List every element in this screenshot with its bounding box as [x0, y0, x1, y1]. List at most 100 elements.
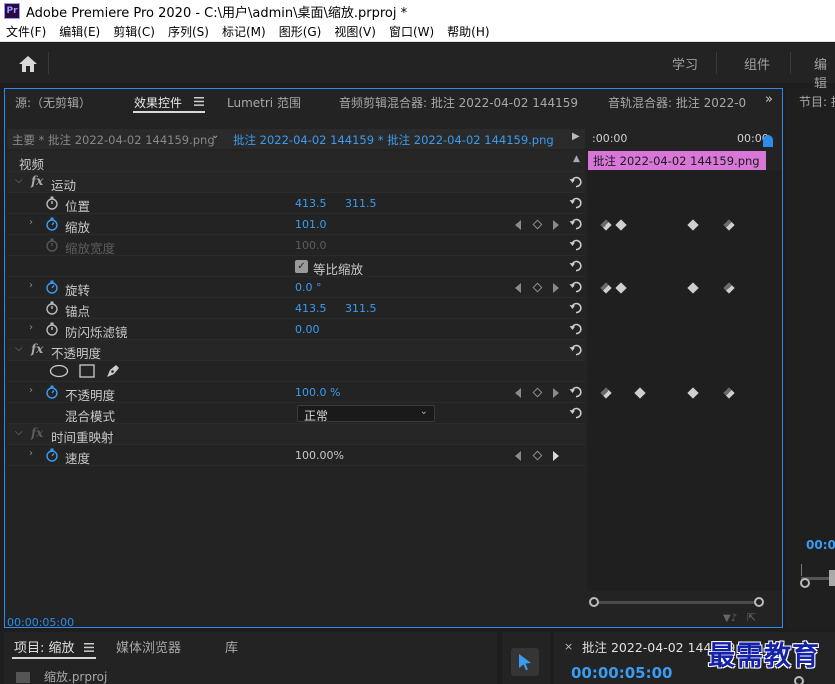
position-y-value[interactable]: 311.5	[345, 197, 377, 210]
timeline-clip-bar[interactable]: 批注 2022-04-02 144159.png	[588, 151, 766, 170]
previous-keyframe-icon[interactable]	[515, 450, 521, 461]
chevron-right-icon[interactable]: ›	[29, 217, 33, 228]
opacity-effect-row[interactable]: ⌵ fx 不透明度	[7, 340, 585, 361]
add-keyframe-icon[interactable]	[532, 450, 542, 461]
menu-window[interactable]: 窗口(W)	[389, 23, 434, 40]
reset-icon[interactable]	[569, 280, 583, 294]
add-keyframe-icon[interactable]	[532, 282, 542, 293]
menu-markers[interactable]: 标记(M)	[222, 23, 266, 40]
reset-icon[interactable]	[569, 259, 583, 273]
chevron-right-icon[interactable]: ›	[29, 385, 33, 396]
position-x-value[interactable]: 413.5	[295, 197, 327, 210]
timeline-timecode[interactable]: 00:00:05:00	[571, 664, 673, 682]
menu-view[interactable]: 视图(V)	[334, 23, 376, 40]
panel-menu-icon[interactable]	[84, 643, 94, 652]
stopwatch-icon[interactable]	[45, 196, 59, 210]
stopwatch-active-icon[interactable]	[45, 280, 59, 294]
tab-lumetri-scopes[interactable]: Lumetri 范围	[227, 94, 301, 111]
next-keyframe-icon[interactable]	[553, 219, 559, 230]
playhead-handle[interactable]	[763, 135, 773, 147]
reset-icon[interactable]	[569, 385, 583, 399]
chevron-down-icon[interactable]: ⌄	[211, 130, 227, 141]
current-time-display[interactable]: 00:00:05:00	[7, 616, 74, 627]
collapse-up-icon[interactable]: ▲	[573, 154, 580, 164]
menu-sequence[interactable]: 序列(S)	[168, 23, 209, 40]
add-keyframe-icon[interactable]	[532, 219, 542, 230]
zoom-handle-right[interactable]	[754, 597, 764, 607]
speed-value[interactable]: 100.00%	[295, 449, 344, 462]
tab-source[interactable]: 源:（无剪辑）	[15, 94, 91, 111]
chevron-right-icon[interactable]: ›	[29, 322, 33, 333]
fx-icon[interactable]: fx	[31, 174, 43, 188]
stopwatch-icon[interactable]	[45, 322, 59, 336]
stopwatch-active-icon[interactable]	[45, 448, 59, 462]
menu-edit[interactable]: 编辑(E)	[59, 23, 100, 40]
program-time[interactable]: 00:0	[806, 538, 835, 552]
reset-icon[interactable]	[569, 196, 583, 210]
project-file-name[interactable]: 缩放.prproj	[44, 668, 107, 684]
close-icon[interactable]: ×	[564, 640, 573, 653]
timeline-zoom-handle[interactable]	[794, 676, 804, 684]
menu-graphics[interactable]: 图形(G)	[279, 23, 322, 40]
stopwatch-active-icon[interactable]	[45, 217, 59, 231]
anchor-y-value[interactable]: 311.5	[345, 302, 377, 315]
timeline-zoom-scrollbar[interactable]	[595, 601, 759, 604]
next-keyframe-icon[interactable]	[553, 387, 559, 398]
reset-icon[interactable]	[569, 175, 583, 189]
reset-icon[interactable]	[569, 343, 583, 357]
add-keyframe-icon[interactable]	[532, 387, 542, 398]
workspace-assembly[interactable]: 组件	[744, 54, 770, 73]
keyframe-timeline-area[interactable]	[587, 171, 782, 591]
anti-flicker-value[interactable]: 0.00	[295, 323, 320, 336]
program-zoom-handle[interactable]	[800, 578, 810, 588]
workspace-learn[interactable]: 学习	[672, 54, 698, 73]
sequence-clip-label[interactable]: 批注 2022-04-02 144159 * 批注 2022-04-02 144…	[233, 132, 554, 148]
tab-project[interactable]: 项目: 缩放	[14, 637, 75, 656]
motion-effect-row[interactable]: ⌵ fx 运动	[7, 172, 585, 193]
tab-audio-track-mixer[interactable]: 音轨混合器: 批注 2022-0	[608, 94, 746, 111]
chevron-right-icon[interactable]: ›	[29, 280, 33, 291]
timeline-ruler[interactable]: :00:00 00:00	[587, 129, 782, 149]
master-clip-label[interactable]: 主要 * 批注 2022-04-02 144159.png	[12, 132, 215, 148]
reset-icon[interactable]	[569, 238, 583, 252]
menu-clip[interactable]: 剪辑(C)	[113, 23, 155, 40]
program-playhead-indicator[interactable]	[829, 570, 835, 586]
tab-effect-controls[interactable]: 效果控件	[134, 94, 182, 111]
menu-file[interactable]: 文件(F)	[6, 23, 46, 40]
more-tabs-icon[interactable]: »	[765, 92, 773, 107]
tab-audio-clip-mixer[interactable]: 音频剪辑混合器: 批注 2022-04-02 144159	[339, 94, 578, 111]
chevron-down-icon[interactable]: ⌵	[15, 427, 23, 438]
rotation-value[interactable]: 0.0 °	[295, 281, 322, 294]
chevron-down-icon[interactable]: ⌵	[15, 175, 23, 186]
uniform-scale-checkbox[interactable]: ✓	[295, 260, 308, 273]
stopwatch-icon[interactable]	[45, 301, 59, 315]
fx-icon[interactable]: fx	[31, 426, 43, 440]
next-keyframe-icon[interactable]	[553, 450, 559, 461]
time-remap-effect-row[interactable]: ⌵ fx 时间重映射	[7, 424, 585, 445]
reset-icon[interactable]	[569, 217, 583, 231]
rectangle-mask-icon[interactable]	[79, 364, 95, 378]
zoom-handle-left[interactable]	[589, 597, 599, 607]
play-triangle-icon[interactable]: ▶	[572, 131, 580, 142]
tab-libraries[interactable]: 库	[225, 637, 238, 656]
previous-keyframe-icon[interactable]	[515, 282, 521, 293]
filter-property-icon[interactable]: ▼♪	[723, 613, 737, 624]
chevron-down-icon[interactable]: ⌵	[15, 343, 23, 354]
selection-tool-button[interactable]	[511, 648, 539, 676]
anchor-x-value[interactable]: 413.5	[295, 302, 327, 315]
tab-program[interactable]: 节目: 批	[799, 93, 835, 110]
stopwatch-active-icon[interactable]	[45, 385, 59, 399]
home-icon[interactable]	[18, 55, 38, 73]
fx-icon[interactable]: fx	[31, 342, 43, 356]
previous-keyframe-icon[interactable]	[515, 387, 521, 398]
opacity-value[interactable]: 100.0 %	[295, 386, 340, 399]
tab-media-browser[interactable]: 媒体浏览器	[116, 637, 181, 656]
reset-icon[interactable]	[569, 406, 583, 420]
blend-mode-dropdown[interactable]: 正常 ⌄	[297, 405, 435, 423]
chevron-right-icon[interactable]: ›	[29, 448, 33, 459]
panel-menu-icon[interactable]	[194, 97, 204, 106]
ellipse-mask-icon[interactable]	[49, 364, 69, 378]
scale-value[interactable]: 101.0	[295, 218, 327, 231]
workspace-editing[interactable]: 编辑	[814, 54, 835, 92]
previous-keyframe-icon[interactable]	[515, 219, 521, 230]
